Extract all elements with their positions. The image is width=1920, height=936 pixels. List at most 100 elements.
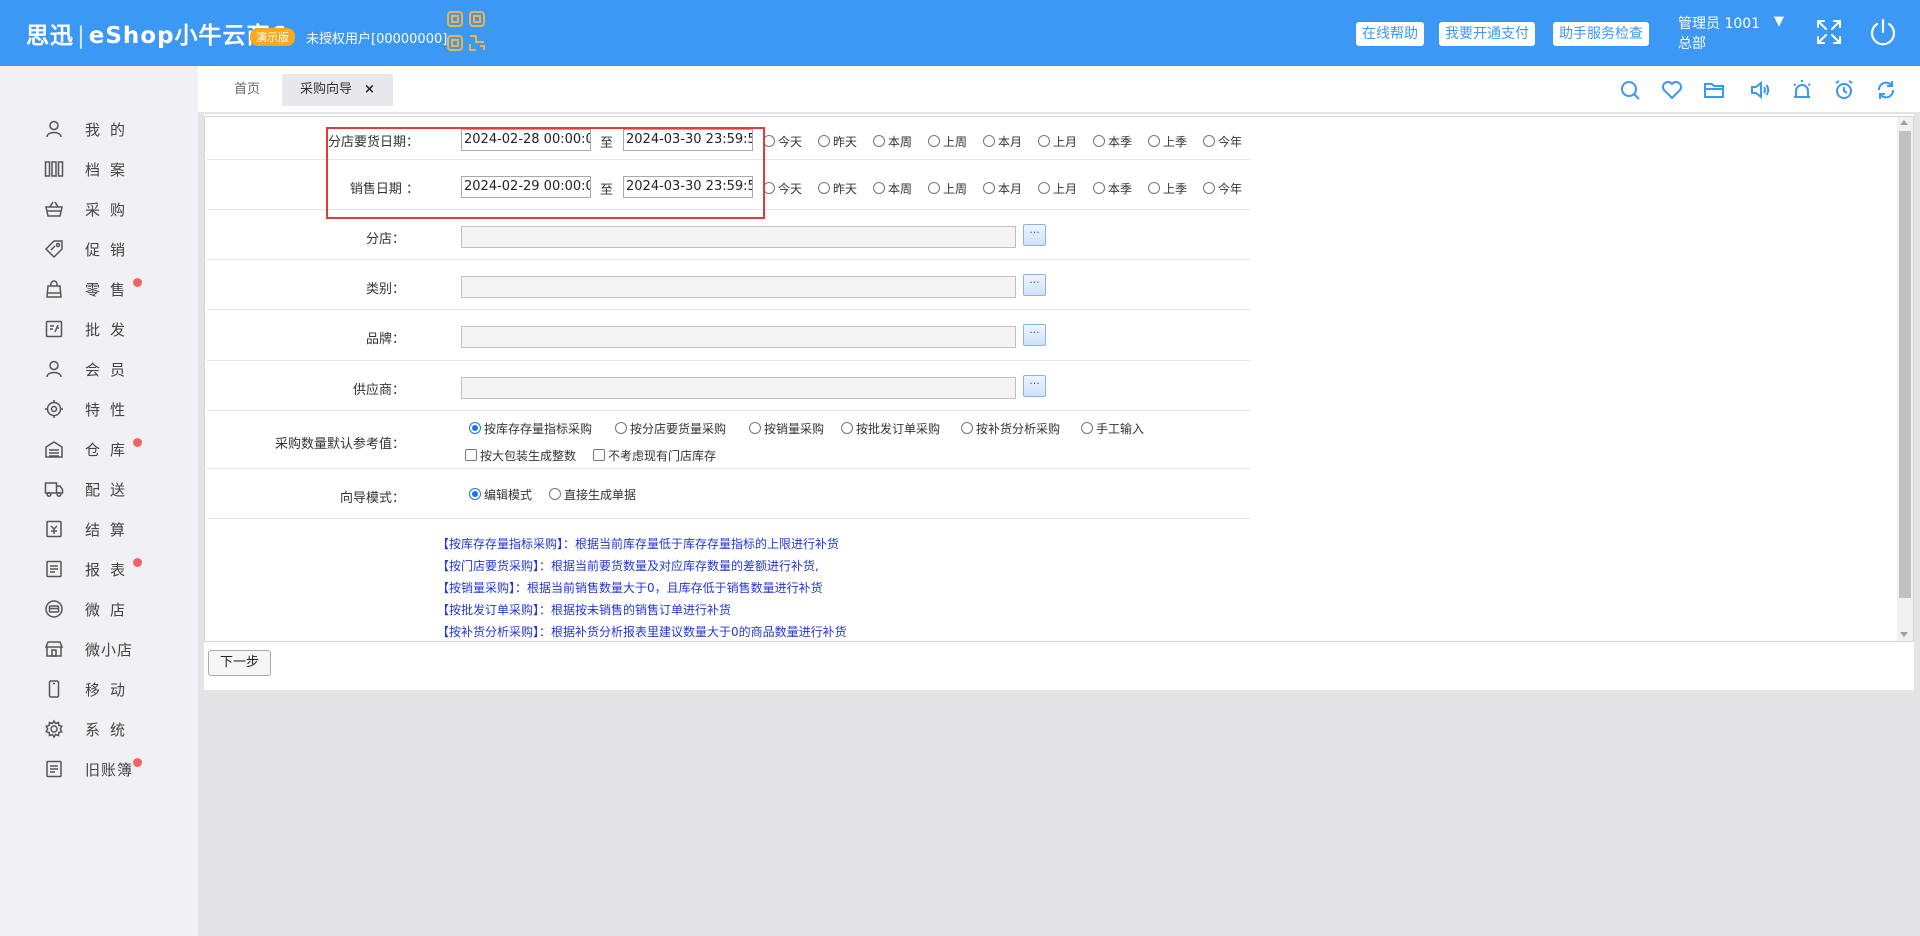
sidebar-item-old-ledger[interactable]: 旧账簿	[0, 750, 198, 786]
sidebar-item-wechat-shop[interactable]: 微店	[0, 590, 198, 626]
close-icon[interactable]: ×	[364, 82, 375, 97]
branch-input[interactable]	[461, 226, 1016, 248]
sales-period-today-radio[interactable]: 今天	[763, 180, 802, 197]
admin-org: 总部	[1678, 36, 1706, 52]
sales-date-to-input[interactable]: 2024-03-30 23:59:59	[623, 176, 753, 198]
branch-row: 分店： ···	[207, 210, 1251, 260]
folder-icon[interactable]	[1702, 78, 1726, 102]
period-yesterday-radio[interactable]: 昨天	[818, 133, 857, 150]
sales-period-this-month-radio[interactable]: 本月	[983, 180, 1022, 197]
sidebar-item-member[interactable]: 会员	[0, 350, 198, 386]
sidebar: 我的 档案 采购 促销 零售 批发 会员 特性 仓库 配送 结算 报表 微店 微…	[0, 66, 198, 936]
sidebar-item-promotion[interactable]: 促销	[0, 230, 198, 266]
sidebar-item-label: 微小店	[85, 641, 134, 659]
sidebar-item-settlement[interactable]: 结算	[0, 510, 198, 546]
qty-ref-branch-order-radio[interactable]: 按分店要货量采购	[615, 420, 726, 437]
supplier-picker-button[interactable]: ···	[1023, 375, 1046, 397]
sales-period-last-month-radio[interactable]: 上月	[1038, 180, 1077, 197]
scroll-down-arrow[interactable]	[1900, 632, 1908, 637]
alarm-clock-icon[interactable]	[1832, 78, 1856, 102]
sidebar-item-label: 特性	[85, 401, 136, 419]
supplier-input[interactable]	[461, 377, 1016, 399]
qr-code-icon[interactable]	[446, 10, 486, 52]
fullscreen-icon[interactable]	[1814, 17, 1844, 47]
branch-order-date-to-input[interactable]: 2024-03-30 23:59:59	[623, 129, 753, 151]
sales-period-this-week-radio[interactable]: 本周	[873, 180, 912, 197]
ignore-store-stock-checkbox[interactable]: 不考虑现有门店库存	[593, 447, 716, 464]
sidebar-item-report[interactable]: 报表	[0, 550, 198, 586]
branch-label: 分店：	[365, 232, 405, 247]
enable-payment-button[interactable]: 我要开通支付	[1439, 22, 1535, 46]
qty-ref-manual-radio[interactable]: 手工输入	[1081, 420, 1144, 437]
sidebar-item-label: 旧账簿	[85, 761, 134, 779]
form-scrollbar[interactable]	[1897, 117, 1913, 641]
sidebar-item-label: 促销	[85, 241, 136, 259]
wechat-shop-icon	[45, 600, 63, 618]
sidebar-item-purchase[interactable]: 采购	[0, 190, 198, 226]
sidebar-item-delivery[interactable]: 配送	[0, 470, 198, 506]
sales-date-from-input[interactable]: 2024-02-29 00:00:00	[461, 176, 591, 198]
scroll-up-arrow[interactable]	[1900, 120, 1908, 125]
qty-ref-wholesale-order-radio[interactable]: 按批发订单采购	[841, 420, 940, 437]
sidebar-item-feature[interactable]: 特性	[0, 390, 198, 426]
period-last-month-radio[interactable]: 上月	[1038, 133, 1077, 150]
admin-dropdown-caret[interactable]: ▼	[1774, 14, 1784, 29]
wizard-mode-label: 向导模式：	[339, 491, 405, 506]
sidebar-item-archive[interactable]: 档案	[0, 150, 198, 186]
tab-home[interactable]: 首页	[216, 74, 278, 106]
sidebar-item-mini-shop[interactable]: 微小店	[0, 630, 198, 666]
next-step-button[interactable]: 下一步	[208, 650, 272, 676]
tab-label: 采购向导	[300, 82, 353, 97]
sidebar-item-system[interactable]: 系统	[0, 710, 198, 746]
sales-period-last-week-radio[interactable]: 上周	[928, 180, 967, 197]
brand-row: 品牌： ···	[207, 310, 1251, 361]
period-this-quarter-radio[interactable]: 本季	[1093, 133, 1132, 150]
admin-info[interactable]: 管理员 1001 总部	[1678, 14, 1760, 54]
qty-ref-replenish-analysis-radio[interactable]: 按补货分析采购	[961, 420, 1060, 437]
sales-period-this-quarter-radio[interactable]: 本季	[1093, 180, 1132, 197]
sidebar-item-mobile[interactable]: 移动	[0, 670, 198, 706]
sidebar-item-warehouse[interactable]: 仓库	[0, 430, 198, 466]
online-help-button[interactable]: 在线帮助	[1356, 22, 1424, 46]
category-input[interactable]	[461, 276, 1016, 298]
alarm-light-icon[interactable]	[1790, 78, 1814, 102]
sidebar-item-mine[interactable]: 我的	[0, 110, 198, 146]
branch-picker-button[interactable]: ···	[1023, 224, 1046, 246]
power-icon[interactable]	[1868, 17, 1898, 47]
sales-period-this-year-radio[interactable]: 今年	[1203, 180, 1242, 197]
search-icon[interactable]	[1618, 78, 1642, 102]
tab-purchase-wizard[interactable]: 采购向导 ×	[282, 74, 393, 106]
service-check-button[interactable]: 助手服务检查	[1553, 22, 1649, 46]
speaker-icon[interactable]	[1748, 78, 1772, 102]
qty-ref-stock-index-radio[interactable]: 按库存存量指标采购	[469, 420, 592, 437]
sales-period-yesterday-radio[interactable]: 昨天	[818, 180, 857, 197]
period-today-radio[interactable]: 今天	[763, 133, 802, 150]
supplier-label: 供应商：	[352, 383, 405, 398]
sidebar-item-retail[interactable]: 零售	[0, 270, 198, 306]
period-this-year-radio[interactable]: 今年	[1203, 133, 1242, 150]
truck-icon	[44, 482, 64, 498]
shopping-bag-icon	[46, 280, 62, 298]
refresh-icon[interactable]	[1874, 78, 1898, 102]
mode-edit-radio[interactable]: 编辑模式	[469, 486, 532, 503]
category-picker-button[interactable]: ···	[1023, 274, 1046, 296]
brand-picker-button[interactable]: ···	[1023, 324, 1046, 346]
brand-input[interactable]	[461, 326, 1016, 348]
main-content: 分店要货日期： 2024-02-28 00:00:00 至 2024-03-30…	[204, 114, 1914, 690]
mode-direct-generate-radio[interactable]: 直接生成单据	[549, 486, 636, 503]
scroll-thumb[interactable]	[1899, 131, 1911, 598]
sidebar-item-label: 零售	[85, 281, 136, 299]
ledger-icon	[46, 760, 62, 778]
period-last-quarter-radio[interactable]: 上季	[1148, 133, 1187, 150]
qty-ref-sales-radio[interactable]: 按销量采购	[749, 420, 824, 437]
sales-period-last-quarter-radio[interactable]: 上季	[1148, 180, 1187, 197]
period-last-week-radio[interactable]: 上周	[928, 133, 967, 150]
period-this-month-radio[interactable]: 本月	[983, 133, 1022, 150]
demo-badge: 演示版	[250, 28, 295, 46]
branch-order-date-from-input[interactable]: 2024-02-28 00:00:00	[461, 129, 591, 151]
branch-order-date-label: 分店要货日期：	[327, 135, 419, 150]
sidebar-item-wholesale[interactable]: 批发	[0, 310, 198, 346]
large-package-integer-checkbox[interactable]: 按大包装生成整数	[465, 447, 576, 464]
period-this-week-radio[interactable]: 本周	[873, 133, 912, 150]
heart-icon[interactable]	[1660, 78, 1684, 102]
